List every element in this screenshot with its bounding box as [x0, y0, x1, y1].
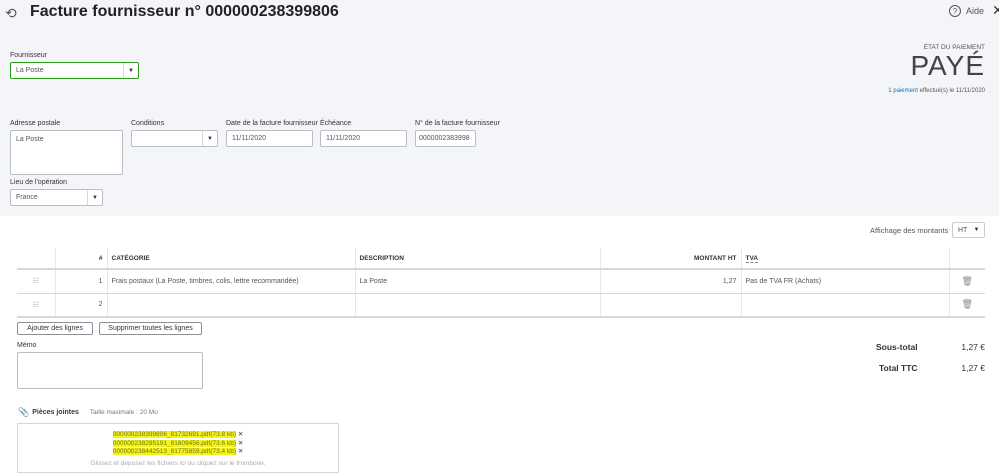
terms-select[interactable]: ▼ — [131, 130, 218, 147]
attachment-size: (73.6 kb) — [210, 439, 236, 447]
subtotal-value: 1,27 € — [961, 342, 985, 352]
row-amount[interactable]: 1,27 — [599, 269, 741, 294]
attachment-size: (73.8 kb) — [210, 431, 236, 438]
row-category[interactable]: Frais postaux (La Poste, timbres, colis,… — [106, 269, 355, 294]
trash-icon[interactable]: 🗑 — [948, 269, 985, 294]
attachment-link[interactable]: 000000238399806_81732691.pdf — [112, 431, 211, 438]
col-description: DESCRIPTION — [354, 248, 600, 270]
help-label: Aide — [966, 6, 985, 16]
due-label: Échéance — [320, 120, 352, 127]
col-tva: TVA — [740, 248, 949, 270]
attachments-max-size: Taille maximale : 20 Mo — [89, 409, 158, 416]
attachment-item: 000000238442513_81775859.pdf(73.4 kb) ✕ — [18, 448, 338, 457]
amounts-select[interactable]: HT ▼ — [952, 222, 985, 238]
remove-icon[interactable]: ✕ — [238, 431, 243, 438]
trash-icon[interactable]: 🗑 — [948, 293, 985, 318]
col-category: CATÉGORIE — [106, 248, 355, 270]
row-description[interactable]: La Poste — [354, 269, 600, 294]
table-row[interactable]: ☷ 1 Frais postaux (La Poste, timbres, co… — [17, 269, 985, 294]
tva-header-label: TVA — [745, 254, 759, 263]
help-button[interactable]: ? Aide — [949, 5, 984, 17]
history-icon[interactable]: ⟲ — [5, 5, 17, 22]
total-value: 1,27 € — [961, 363, 985, 373]
row-amount[interactable] — [599, 293, 741, 318]
address-label: Adresse postale — [10, 120, 61, 127]
payment-status: PAYÉ — [910, 50, 985, 81]
remove-icon[interactable]: ✕ — [238, 448, 243, 455]
table-row[interactable]: ☷ 2 🗑 — [17, 293, 985, 318]
drag-handle-icon[interactable]: ☷ — [17, 293, 55, 318]
chevron-down-icon: ▼ — [973, 227, 980, 233]
row-tva[interactable] — [740, 293, 949, 318]
attachment-size: (73.4 kb) — [210, 448, 236, 455]
col-amount: MONTANT HT — [599, 248, 741, 270]
row-number: 2 — [54, 293, 107, 318]
supplier-value: La Poste — [16, 67, 44, 74]
handle-header — [17, 248, 55, 270]
row-number: 1 — [54, 269, 107, 294]
table-header: # CATÉGORIE DESCRIPTION MONTANT HT TVA — [17, 248, 985, 270]
attachments-header: 📎 Pièces jointes Taille maximale : 20 Mo — [18, 407, 158, 418]
amounts-label: Affichage des montants — [870, 226, 949, 235]
date-label: Date de la facture fournisseur — [226, 120, 318, 127]
total-label: Total TTC — [879, 363, 918, 373]
payment-link[interactable]: paiement — [893, 88, 918, 94]
close-icon[interactable]: ✕ — [992, 2, 999, 19]
subtotal-label: Sous-total — [876, 342, 918, 352]
terms-value — [132, 131, 202, 146]
supplier-label: Fournisseur — [10, 52, 47, 59]
attachment-item: 000000238399806_81732691.pdf(73.8 kb) ✕ — [18, 431, 338, 440]
place-select[interactable]: France ▼ — [10, 189, 103, 206]
invoice-number-field[interactable]: 0000002383998 — [415, 130, 476, 147]
col-number: # — [54, 248, 107, 270]
chevron-down-icon: ▼ — [123, 63, 138, 78]
clear-lines-button[interactable]: Supprimer toutes les lignes — [99, 322, 202, 335]
place-value: France — [16, 194, 38, 201]
header-panel — [0, 0, 999, 216]
chevron-down-icon: ▼ — [202, 131, 217, 146]
attachments-label: Pièces jointes — [32, 409, 79, 416]
add-lines-button[interactable]: Ajouter des lignes — [17, 322, 93, 335]
row-description[interactable] — [354, 293, 600, 318]
row-tva[interactable]: Pas de TVA FR (Achats) — [740, 269, 949, 294]
attachment-link[interactable]: 000000238442513_81775859.pdf — [112, 448, 211, 455]
amounts-value: HT — [958, 226, 968, 234]
line-items-table: # CATÉGORIE DESCRIPTION MONTANT HT TVA ☷… — [17, 248, 985, 318]
payment-count: 1 — [888, 88, 892, 94]
terms-label: Conditions — [131, 120, 165, 127]
address-field[interactable]: La Poste — [10, 130, 123, 175]
supplier-select[interactable]: La Poste ▼ — [10, 62, 139, 79]
place-label: Lieu de l'opération — [10, 179, 67, 186]
chevron-down-icon: ▼ — [87, 190, 102, 205]
payment-suffix: effectué(s) le 11/11/2020 — [919, 88, 985, 94]
payment-info: 1 paiement effectué(s) le 11/11/2020 — [888, 88, 985, 94]
dropzone-hint: Glissez et déposez les fichiers ici ou c… — [90, 459, 266, 467]
date-field[interactable]: 11/11/2020 — [226, 130, 313, 147]
help-icon: ? — [949, 5, 961, 17]
page-title: Facture fournisseur n° 000000238399806 — [30, 3, 339, 20]
attachments-dropzone[interactable]: 000000238399806_81732691.pdf(73.8 kb) ✕ … — [17, 423, 339, 473]
drag-handle-icon[interactable]: ☷ — [17, 269, 55, 294]
attachment-link[interactable]: 000000238295191_81609456.pdf — [112, 439, 211, 447]
attachment-item: 000000238295191_81609456.pdf(73.6 kb) ✕ — [18, 439, 338, 449]
remove-icon[interactable]: ✕ — [238, 440, 243, 447]
memo-field[interactable] — [17, 352, 203, 389]
paperclip-icon[interactable]: 📎 — [18, 407, 29, 418]
invoice-number-label: N° de la facture fournisseur — [415, 120, 500, 127]
memo-label: Mémo — [17, 342, 37, 349]
trash-header — [948, 248, 985, 270]
row-category[interactable] — [106, 293, 355, 318]
due-date-field[interactable]: 11/11/2020 — [320, 130, 407, 147]
